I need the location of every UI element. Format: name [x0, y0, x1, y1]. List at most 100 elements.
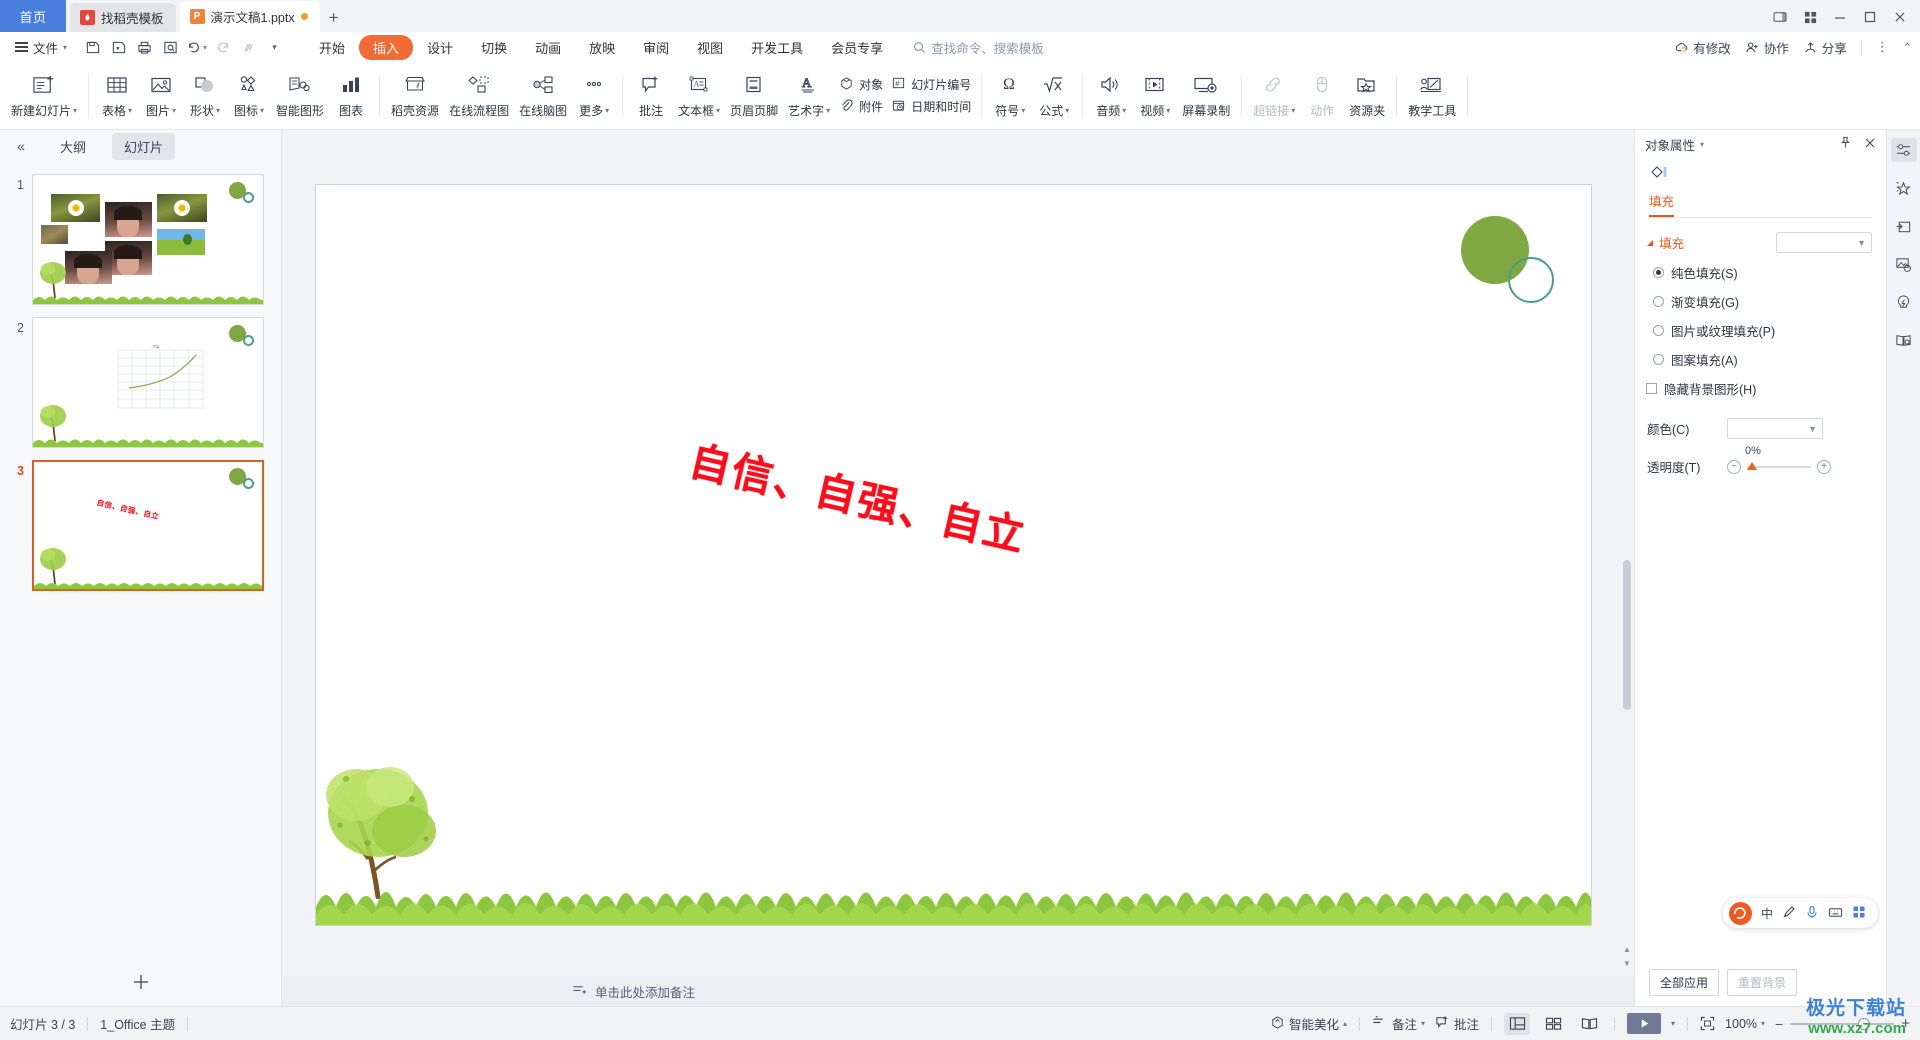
- fill-preset-dropdown[interactable]: ▼: [1776, 232, 1872, 253]
- apply-all-button[interactable]: 全部应用: [1649, 969, 1720, 996]
- fill-section-header[interactable]: ◢ 填充 ▼: [1635, 218, 1886, 253]
- slides-view-tab[interactable]: 幻灯片: [112, 132, 176, 160]
- textbox-button[interactable]: A 文本框 ▾: [673, 66, 725, 126]
- chevron-down-icon[interactable]: ▾: [1421, 1019, 1425, 1028]
- properties-sliders-icon[interactable]: [1890, 138, 1917, 162]
- zoom-out-button[interactable]: −: [1775, 1016, 1783, 1032]
- symbol-button[interactable]: Ω 符号 ▾: [988, 66, 1032, 126]
- ribbon-tab-1[interactable]: 插入: [359, 34, 414, 60]
- new-tab-button[interactable]: +: [320, 3, 348, 32]
- home-tab[interactable]: 首页: [0, 0, 66, 32]
- transparency-slider[interactable]: − 0% +: [1727, 445, 1831, 474]
- zoom-slider[interactable]: − +: [1775, 1015, 1910, 1032]
- date-time-button[interactable]: 日期和时间: [891, 98, 971, 115]
- ime-toolbar[interactable]: 中: [1722, 898, 1878, 928]
- cloud-modified-button[interactable]: 有修改: [1674, 38, 1731, 57]
- screen-record-button[interactable]: 屏幕录制: [1177, 66, 1235, 126]
- video-button[interactable]: 视频 ▾: [1133, 66, 1177, 126]
- slide-number-button[interactable]: # 幻灯片编号: [891, 76, 971, 93]
- table-button[interactable]: 表格 ▾: [95, 66, 139, 126]
- chevron-down-icon[interactable]: ▾: [1671, 1019, 1675, 1028]
- ai-bulb-icon[interactable]: [1891, 290, 1917, 314]
- ribbon-tab-6[interactable]: 审阅: [629, 35, 683, 60]
- comment-button[interactable]: 批注: [629, 66, 673, 126]
- print-preview-icon[interactable]: [158, 35, 183, 59]
- action-button[interactable]: 动作: [1300, 66, 1344, 126]
- print-icon[interactable]: [132, 35, 157, 59]
- fit-to-window-button[interactable]: [1700, 1016, 1715, 1031]
- reset-background-button[interactable]: 重置背景: [1727, 969, 1798, 996]
- collaborate-button[interactable]: 协作: [1745, 38, 1789, 57]
- hide-background-graphics-checkbox[interactable]: 隐藏背景图形(H): [1646, 379, 1886, 398]
- thumbnail-frame-3[interactable]: 自信、自强、自立: [32, 460, 264, 591]
- ribbon-tab-8[interactable]: 开发工具: [737, 35, 817, 60]
- resource-folder-button[interactable]: 资源夹: [1344, 66, 1390, 126]
- beautify-star-icon[interactable]: [1891, 176, 1917, 200]
- file-menu-button[interactable]: 文件 ▾: [8, 35, 74, 59]
- shape-fill-icon[interactable]: [1635, 158, 1886, 191]
- thumbnail-frame-1[interactable]: [32, 174, 264, 305]
- notes-toggle-button[interactable]: 备注 ▾: [1372, 1014, 1425, 1033]
- formula-button[interactable]: 公式 ▾: [1032, 66, 1076, 126]
- chevron-up-icon[interactable]: ▴: [1343, 1019, 1347, 1028]
- ribbon-tab-5[interactable]: 放映: [575, 35, 629, 60]
- double-chevron-left-icon[interactable]: «: [8, 138, 34, 154]
- ribbon-tab-9[interactable]: 会员专享: [817, 35, 897, 60]
- zoom-in-button[interactable]: +: [1901, 1015, 1910, 1032]
- slide-canvas[interactable]: 自信、自强、自立: [314, 184, 1592, 926]
- comment-toggle-button[interactable]: 批注: [1435, 1014, 1479, 1033]
- save-as-icon[interactable]: ▾: [106, 35, 131, 59]
- ribbon-tab-7[interactable]: 视图: [683, 35, 737, 60]
- restore-icon[interactable]: [1766, 4, 1794, 30]
- new-slide-button[interactable]: 新建幻灯片 ▾: [6, 66, 82, 126]
- header-footer-button[interactable]: 页眉页脚: [725, 66, 783, 126]
- chevron-up-icon[interactable]: ⌃: [1903, 41, 1912, 54]
- color-dropdown[interactable]: ▼: [1727, 418, 1823, 439]
- thumbnail-row-1[interactable]: 1: [0, 168, 281, 311]
- minimize-icon[interactable]: [1826, 4, 1854, 30]
- close-icon[interactable]: [1864, 137, 1876, 152]
- mic-icon[interactable]: [1805, 905, 1819, 922]
- share-button[interactable]: 分享: [1803, 38, 1847, 57]
- format-painter-icon[interactable]: [236, 35, 261, 59]
- thumbnail-row-3[interactable]: 3 自信、自强、自立: [0, 454, 281, 597]
- smartart-button[interactable]: 智能图形: [271, 66, 329, 126]
- notes-bar[interactable]: 单击此处添加备注: [282, 976, 1634, 1006]
- wordart-button[interactable]: A 艺术字 ▾: [783, 66, 835, 126]
- teaching-tool-button[interactable]: 教学工具: [1403, 66, 1461, 126]
- decrease-icon[interactable]: −: [1727, 459, 1741, 474]
- book-search-icon[interactable]: [1891, 328, 1917, 352]
- canvas-vertical-scrollbar[interactable]: [1623, 140, 1631, 940]
- docer-resource-button[interactable]: 稻壳资源: [386, 66, 444, 126]
- scrollbar-thumb[interactable]: [1623, 560, 1631, 710]
- wordart-text[interactable]: 自信、自强、自立: [684, 427, 1033, 563]
- pin-icon[interactable]: [1839, 136, 1852, 152]
- scroll-prev-slide-icon[interactable]: ▲: [1622, 945, 1632, 954]
- undo-icon[interactable]: ▾: [184, 35, 209, 59]
- smart-beautify-button[interactable]: 智能美化 ▴: [1270, 1014, 1347, 1033]
- shapes-button[interactable]: 形状 ▾: [183, 66, 227, 126]
- slide-sorter-button[interactable]: [1540, 1013, 1566, 1035]
- zoom-track[interactable]: [1790, 1017, 1895, 1030]
- ime-mode-label[interactable]: 中: [1761, 905, 1773, 922]
- more-button[interactable]: 更多 ▾: [572, 66, 616, 126]
- thumbnail-row-2[interactable]: 2 产量: [0, 311, 281, 454]
- reading-view-button[interactable]: [1576, 1013, 1602, 1035]
- pen-icon[interactable]: [1782, 905, 1796, 922]
- ribbon-tab-4[interactable]: 动画: [521, 35, 575, 60]
- maximize-icon[interactable]: [1856, 4, 1884, 30]
- flowchart-button[interactable]: 在线流程图: [444, 66, 514, 126]
- mindmap-button[interactable]: 在线脑图: [514, 66, 572, 126]
- scroll-next-slide-icon[interactable]: ▼: [1622, 959, 1632, 968]
- icons-button[interactable]: 图标 ▾: [227, 66, 271, 126]
- tree-illustration[interactable]: [316, 739, 476, 899]
- customize-icon[interactable]: ▾: [262, 35, 287, 59]
- theme-name[interactable]: 1_Office 主题: [100, 1014, 175, 1033]
- thumbnail-frame-2[interactable]: 产量: [32, 317, 264, 448]
- document-tab-template[interactable]: 找稻壳模板: [70, 3, 176, 32]
- chevron-down-icon[interactable]: ▾: [1700, 140, 1704, 149]
- slider-thumb[interactable]: [1747, 461, 1757, 470]
- ribbon-tab-2[interactable]: 设计: [413, 35, 467, 60]
- redo-icon[interactable]: [210, 35, 235, 59]
- insert-shape-icon[interactable]: [1891, 214, 1917, 238]
